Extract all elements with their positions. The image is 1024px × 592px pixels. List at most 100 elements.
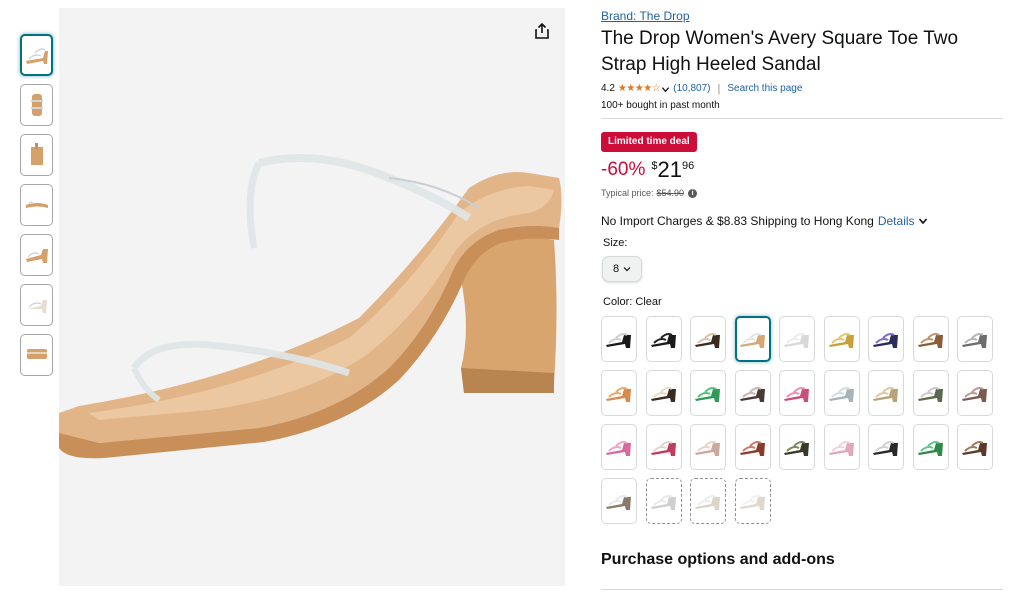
color-swatch-21[interactable] — [690, 424, 726, 470]
divider — [601, 589, 1003, 590]
thumbnail-7[interactable] — [20, 334, 53, 376]
color-swatch-17[interactable] — [912, 370, 949, 416]
color-swatch-12[interactable] — [690, 370, 726, 416]
thumbnail-5[interactable] — [20, 234, 53, 276]
swatch-shoe-image — [606, 441, 631, 456]
size-selected-value: 8 — [612, 263, 620, 275]
color-swatch-18[interactable] — [957, 370, 993, 416]
price-fraction: 96 — [681, 160, 695, 172]
color-swatch-14[interactable] — [779, 370, 815, 416]
color-swatch-24[interactable] — [823, 424, 860, 470]
typical-price-label: Typical price: — [601, 188, 654, 198]
swatch-shoe-image — [606, 333, 631, 348]
swatch-shoe-image — [739, 441, 765, 456]
color-swatch-27[interactable] — [957, 424, 993, 470]
shipping-details-link[interactable]: Details — [878, 213, 915, 229]
color-swatch-8[interactable] — [912, 316, 949, 362]
color-swatch-16[interactable] — [868, 370, 904, 416]
bought-count-text: 100+ bought in past month — [601, 100, 720, 111]
color-swatch-3[interactable] — [690, 316, 726, 362]
chevron-down-icon — [623, 267, 631, 272]
thumbnail-shoe-image — [30, 94, 43, 116]
divider — [601, 118, 1003, 119]
swatch-shoe-image — [606, 387, 631, 402]
swatch-shoe-image — [784, 387, 809, 402]
swatch-shoe-image — [873, 387, 898, 402]
swatch-shoe-image — [739, 333, 765, 348]
color-swatch-grid — [601, 316, 1003, 524]
color-swatch-11[interactable] — [645, 370, 682, 416]
typical-price-value: $54.90 — [656, 188, 685, 198]
swatch-shoe-image — [917, 333, 943, 348]
color-swatch-13[interactable] — [734, 370, 771, 416]
brand-link[interactable]: Brand: The Drop — [601, 8, 1003, 24]
chevron-down-icon[interactable] — [661, 85, 670, 94]
color-swatch-5[interactable] — [779, 316, 815, 362]
color-swatch-22[interactable] — [734, 424, 771, 470]
shipping-text: No Import Charges & $8.83 Shipping to Ho… — [601, 214, 874, 228]
price-row: -60% $ 21 96 — [601, 158, 1003, 184]
swatch-shoe-image — [695, 495, 720, 510]
swatch-shoe-image — [784, 441, 809, 456]
deal-badge: Limited time deal — [601, 132, 697, 152]
shipping-row: No Import Charges & $8.83 Shipping to Ho… — [601, 213, 1003, 229]
color-swatch-2[interactable] — [645, 316, 682, 362]
thumbnail-1[interactable] — [20, 34, 53, 76]
star-rating-icon[interactable]: ★★★★☆ — [618, 82, 661, 96]
purchase-options-heading: Purchase options and add-ons — [601, 551, 835, 568]
swatch-shoe-image — [828, 441, 854, 456]
price-whole: 21 — [657, 157, 682, 182]
thumbnail-2[interactable] — [20, 84, 53, 126]
color-swatch-23[interactable] — [779, 424, 815, 470]
thumbnail-6[interactable] — [20, 284, 53, 326]
swatch-shoe-image — [873, 333, 898, 348]
color-swatch-28[interactable] — [601, 478, 637, 524]
color-swatch-15[interactable] — [823, 370, 860, 416]
color-swatch-31[interactable] — [734, 478, 771, 524]
swatch-shoe-image — [917, 441, 943, 456]
swatch-shoe-image — [873, 441, 898, 456]
swatch-shoe-image — [695, 441, 720, 456]
color-swatch-29[interactable] — [645, 478, 682, 524]
share-button[interactable] — [529, 18, 555, 44]
info-icon[interactable]: i — [688, 188, 698, 198]
size-dropdown[interactable]: 8 — [602, 256, 642, 282]
swatch-shoe-image — [962, 441, 987, 456]
color-swatch-10[interactable] — [601, 370, 637, 416]
share-icon — [535, 22, 549, 39]
thumbnail-shoe-image — [25, 48, 48, 64]
swatch-shoe-image — [828, 387, 854, 402]
search-this-page-link[interactable]: Search this page — [727, 82, 802, 96]
swatch-shoe-image — [650, 387, 676, 402]
swatch-shoe-image — [695, 333, 720, 348]
color-swatch-6[interactable] — [823, 316, 860, 362]
swatch-shoe-image — [650, 495, 676, 510]
thumbnail-shoe-image — [26, 300, 47, 313]
main-product-image[interactable] — [59, 8, 565, 586]
discount-percent: -60% — [601, 159, 646, 180]
color-swatch-26[interactable] — [912, 424, 949, 470]
swatch-shoe-image — [917, 387, 943, 402]
color-swatch-7[interactable] — [868, 316, 904, 362]
rating-count-link[interactable]: (10,807) — [673, 82, 710, 96]
thumbnail-shoe-image — [25, 249, 48, 263]
swatch-shoe-image — [962, 333, 987, 348]
thumbnail-4[interactable] — [20, 184, 53, 226]
color-swatch-30[interactable] — [690, 478, 726, 524]
swatch-shoe-image — [606, 495, 631, 510]
color-swatch-20[interactable] — [645, 424, 682, 470]
color-swatch-9[interactable] — [957, 316, 993, 362]
color-swatch-19[interactable] — [601, 424, 637, 470]
product-info-panel: Brand: The Drop The Drop Women's Avery S… — [601, 8, 1003, 590]
color-swatch-4[interactable] — [734, 316, 771, 362]
color-swatch-25[interactable] — [868, 424, 904, 470]
price: $ 21 96 — [651, 158, 694, 182]
color-swatch-1[interactable] — [601, 316, 637, 362]
thumbnail-shoe-image — [26, 349, 47, 359]
swatch-shoe-image — [695, 387, 720, 402]
swatch-shoe-image — [739, 495, 765, 510]
chevron-down-icon[interactable] — [918, 216, 928, 226]
thumbnail-shoe-image — [30, 143, 43, 165]
thumbnail-3[interactable] — [20, 134, 53, 176]
swatch-shoe-image — [784, 333, 809, 348]
